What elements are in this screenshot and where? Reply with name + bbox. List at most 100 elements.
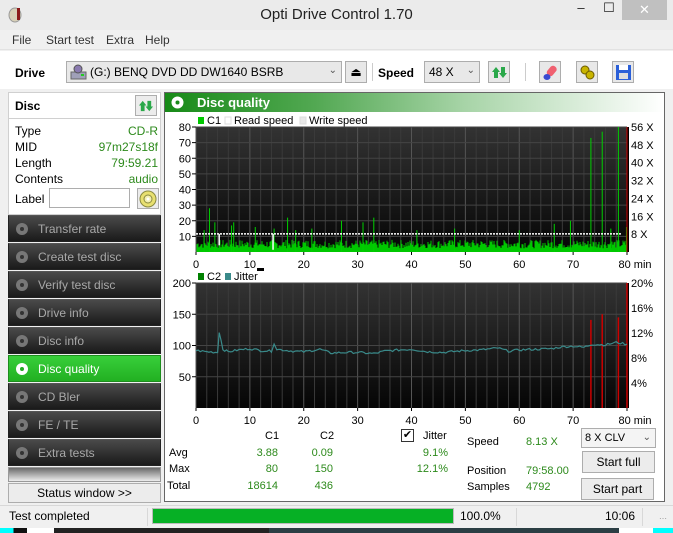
stats-col-c1: C1 [265,430,280,442]
stats-total-label: Total [167,480,191,492]
sidebar-item-create-test-disc[interactable]: Create test disc [8,243,161,270]
sidebar-item-label: Drive info [38,306,89,320]
save-button[interactable] [612,61,634,83]
disc-panel: Disc Type CD-R MID 97m27s18f Length 79:5… [8,92,161,215]
samples-label: Samples [467,481,510,493]
sidebar-item-extra-tests[interactable]: Extra tests [8,439,161,466]
disc-tool-icon [16,391,28,403]
settings-button[interactable] [576,61,598,83]
app-window: Opti Drive Control 1.70 – ☐ ✕ File Start… [0,0,673,528]
disc-mid-value: 97m27s18f [98,140,158,154]
settings-icon [580,65,595,80]
elapsed-time: 10:06 [604,509,635,523]
close-button[interactable]: ✕ [622,0,667,20]
refresh-disc-button[interactable] [135,95,157,116]
sidebar-filler [8,467,161,482]
stats-avg-c2: 0.09 [311,447,333,459]
samples-value: 4792 [526,481,551,493]
stats-total-c2: 436 [314,480,333,492]
menu-file[interactable]: File [12,33,31,47]
position-value: 79:58.00 [526,465,569,477]
erase-icon [543,65,557,80]
chevron-down-icon: ⌄ [642,432,651,443]
sidebar-item-label: Transfer rate [38,222,107,236]
disc-quality-header: Disc quality [165,93,664,112]
speed-readout-value: 8.13 X [526,436,558,448]
sidebar-item-fe-te[interactable]: FE / TE [8,411,161,438]
disc-length-label: Length [15,156,52,170]
eject-button[interactable]: ⏏ [345,61,367,83]
disc-length-value: 79:59.21 [111,156,158,170]
minimize-button[interactable]: – [572,0,590,20]
start-part-button[interactable]: Start part [581,478,654,500]
sidebar-item-label: Disc quality [38,362,100,376]
erase-button[interactable] [539,61,561,83]
disc-tool-icon [16,279,28,291]
disc-label-button[interactable] [137,188,159,209]
stats-max-jitter: 12.1% [416,463,448,475]
menu-start-test[interactable]: Start test [46,33,94,47]
statusbar-divider [516,508,517,526]
disc-title: Disc [15,99,41,113]
refresh-icon [492,67,507,78]
disc-mid-row: MID 97m27s18f [15,140,158,156]
disc-label-key: Label [15,192,45,206]
chevron-down-icon: ⌄ [328,65,337,76]
chevron-down-icon: ⌄ [466,65,475,76]
stats-avg-label: Avg [169,447,188,459]
status-window-button[interactable]: Status window >> [8,483,161,503]
speed-select[interactable]: 48 X ⌄ [424,61,480,83]
start-full-button[interactable]: Start full [582,451,655,473]
disc-panel-header: Disc [9,93,160,119]
disc-type-value: CD-R [128,124,158,138]
disc-tool-icon [16,307,28,319]
menu-bar: File Start test Extra Help [0,30,673,50]
toolbar-divider [525,63,526,81]
disc-quality-title: Disc quality [197,95,270,110]
sidebar-item-transfer-rate[interactable]: Transfer rate [8,215,161,242]
status-text: Test completed [9,509,90,523]
save-icon [616,65,631,80]
maximize-button[interactable]: ☐ [600,0,618,20]
drive-select[interactable]: (G:) BENQ DVD DD DW1640 BSRB ⌄ [66,61,342,83]
disc-tool-icon [16,419,28,431]
stats-avg-c1: 3.88 [256,447,278,459]
disc-quality-icon [171,96,184,109]
stats-max-c2: 150 [314,463,333,475]
jitter-checkbox[interactable]: ✔ [401,429,414,442]
stats-max-label: Max [169,463,190,475]
refresh-speed-button[interactable] [488,61,510,83]
eject-icon: ⏏ [350,65,362,79]
sidebar-item-label: CD Bler [38,390,81,404]
stats-total-c1: 18614 [247,480,278,492]
sidebar-item-label: Disc info [38,334,85,348]
drive-value: (G:) BENQ DVD DD DW1640 BSRB [90,65,284,79]
sidebar-item-label: FE / TE [38,418,79,432]
menu-help[interactable]: Help [145,33,170,47]
refresh-icon [138,100,154,112]
disc-length-row: Length 79:59.21 [15,156,158,172]
menu-extra[interactable]: Extra [106,33,134,47]
sidebar-item-verify-test-disc[interactable]: Verify test disc [8,271,161,298]
sidebar-item-disc-quality[interactable]: Disc quality [8,355,161,382]
sidebar-item-disc-info[interactable]: Disc info [8,327,161,354]
stats-col-jitter: Jitter [423,430,447,442]
disc-contents-label: Contents [15,172,64,186]
sidebar-item-cd-bler[interactable]: CD Bler [8,383,161,410]
disc-mid-label: MID [15,140,37,154]
resize-grip-icon[interactable]: ⋯ [659,514,669,524]
disc-tool-icon [16,223,28,235]
test-speed-select[interactable]: 8 X CLV ⌄ [581,428,656,448]
disc-tool-icon [16,447,28,459]
disc-label-input[interactable] [49,188,130,208]
disc-type-label: Type [15,124,42,138]
sidebar-item-drive-info[interactable]: Drive info [8,299,161,326]
checkmark-icon: ✔ [402,429,413,441]
disc-tool-icon [16,335,28,347]
stats-avg-jitter: 9.1% [422,447,448,459]
disc-contents-value: audio [128,172,158,186]
sidebar-item-label: Verify test disc [38,278,116,292]
progress-fill [153,509,453,523]
drive-label: Drive [15,66,46,80]
speed-value: 48 X [429,65,454,79]
